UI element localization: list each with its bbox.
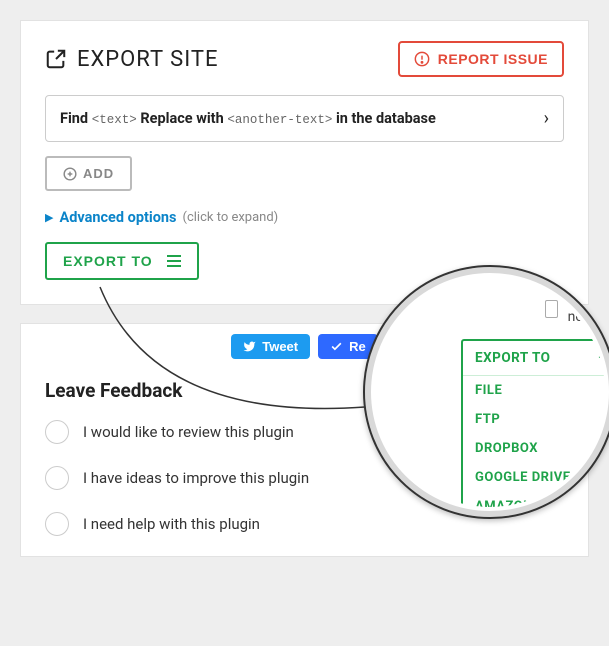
warning-icon	[414, 51, 430, 67]
add-button[interactable]: ADD	[45, 156, 132, 191]
radio-icon	[45, 466, 69, 490]
export-to-label: EXPORT TO	[63, 253, 153, 269]
chevron-right-icon: ›	[544, 108, 549, 129]
export-header: EXPORT SITE REPORT ISSUE	[45, 41, 564, 77]
find-replace-row[interactable]: Find <text> Replace with <another-text> …	[45, 95, 564, 142]
export-option-file[interactable]: FILE	[463, 376, 605, 405]
export-to-menu-head[interactable]: EXPORT TO —	[463, 341, 605, 376]
triangle-right-icon: ▶	[45, 211, 53, 224]
checkbox-icon	[545, 300, 558, 318]
plus-circle-icon	[63, 167, 77, 181]
radio-icon	[45, 512, 69, 536]
magnifier-lens: Do not re EXPORT TO — FILE FTP DROPBOX G…	[363, 265, 609, 519]
advanced-options-label: Advanced options	[59, 209, 176, 226]
recommend-label: Re	[349, 339, 366, 354]
advanced-options-hint: (click to expand)	[183, 210, 279, 225]
find-replace-text: Find <text> Replace with <another-text> …	[60, 110, 436, 127]
zoom-checkbox-row[interactable]: Do not re	[401, 293, 605, 325]
export-icon	[45, 48, 67, 70]
check-icon	[330, 340, 343, 353]
radio-icon	[45, 420, 69, 444]
export-to-menu-head-label: EXPORT TO	[475, 350, 550, 366]
tweet-button[interactable]: Tweet	[231, 334, 310, 359]
advanced-options-toggle[interactable]: ▶ Advanced options (click to expand)	[45, 209, 564, 226]
export-site-card: EXPORT SITE REPORT ISSUE Find <text> Rep…	[20, 20, 589, 305]
collapse-icon: —	[598, 350, 605, 366]
export-option-ftp[interactable]: FTP	[463, 405, 605, 434]
tweet-label: Tweet	[262, 339, 298, 354]
feedback-option-label: I have ideas to improve this plugin	[83, 469, 309, 487]
export-title: EXPORT SITE	[45, 47, 219, 72]
page-title: EXPORT SITE	[77, 47, 219, 72]
export-to-button[interactable]: EXPORT TO	[45, 242, 199, 280]
report-issue-label: REPORT ISSUE	[438, 51, 548, 67]
feedback-option-label: I need help with this plugin	[83, 515, 260, 533]
report-issue-button[interactable]: REPORT ISSUE	[398, 41, 564, 77]
export-option-dropbox[interactable]: DROPBOX	[463, 434, 605, 463]
add-label: ADD	[83, 166, 114, 181]
twitter-icon	[243, 340, 256, 353]
menu-icon	[167, 255, 181, 267]
feedback-option-label: I would like to review this plugin	[83, 423, 294, 441]
